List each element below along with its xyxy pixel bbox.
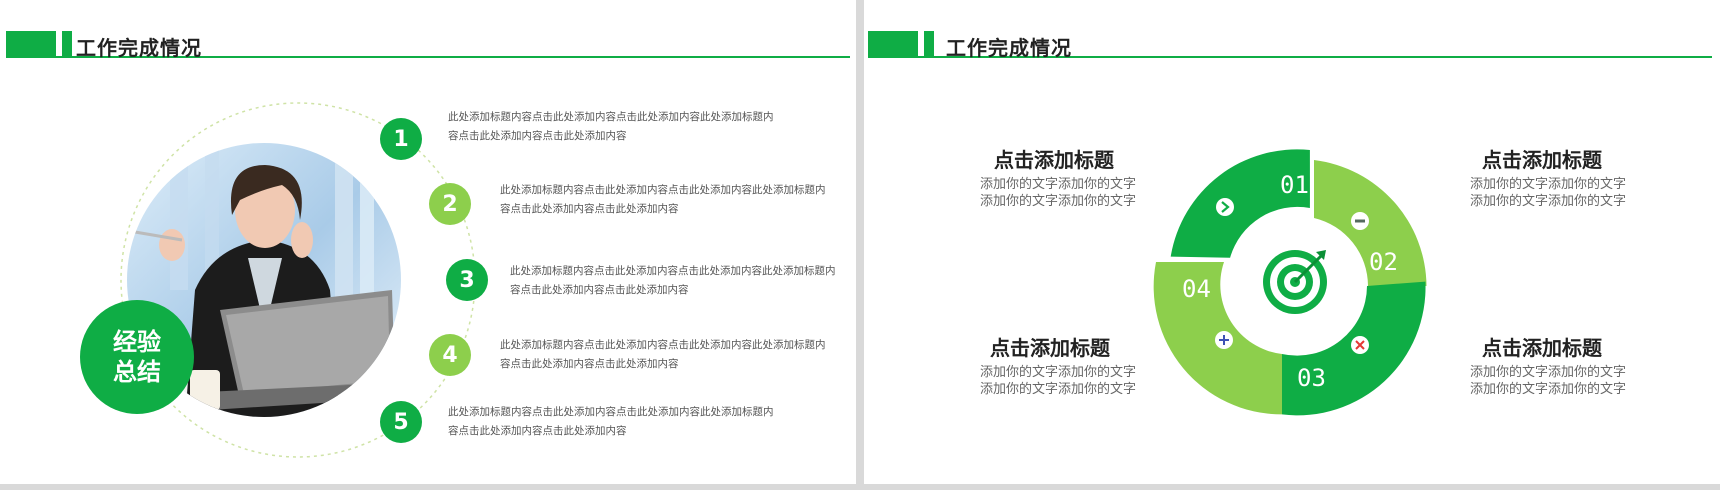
item-number-2: 2 — [429, 183, 471, 225]
wheel-segment-01 — [1170, 149, 1310, 258]
wheel-segment-03 — [1282, 281, 1426, 416]
wheel-segment-02 — [1309, 150, 1427, 286]
quadrant-body-top-right: 添加你的文字添加你的文字添加你的文字添加你的文字 — [1470, 177, 1627, 209]
quadrant-body-top-left: 添加你的文字添加你的文字添加你的文字添加你的文字 — [980, 177, 1137, 209]
item-text-3: 此处添加标题内容点击此处添加内容点击此处添加内容此处添加标题内容点击此处添加内容… — [510, 265, 836, 296]
item-number-5: 5 — [380, 401, 422, 443]
arrow-right-icon — [1216, 198, 1234, 216]
wheel-label-01: 01 — [1280, 171, 1309, 199]
page-title: 工作完成情况 — [946, 36, 1072, 60]
slide-left: 工作完成情况 经验 总结 1 此处添加标题内容点击此处添加内容点击此处添加内容此… — [0, 0, 856, 484]
item-number-3: 3 — [446, 259, 488, 301]
quadrant-title-bottom-left: 点击添加标题 — [990, 336, 1110, 360]
quadrant-title-top-right: 点击添加标题 — [1482, 148, 1602, 172]
item-text-5: 此处添加标题内容点击此处添加内容点击此处添加内容此处添加标题内容点击此处添加内容… — [448, 406, 774, 437]
quadrant-body-bottom-left: 添加你的文字添加你的文字添加你的文字添加你的文字 — [980, 365, 1137, 397]
wheel-label-02: 02 — [1369, 248, 1398, 276]
wheel-segment-04 — [1153, 262, 1282, 415]
item-text-1: 此处添加标题内容点击此处添加内容点击此处添加内容此处添加标题内容点击此处添加内容… — [448, 111, 774, 142]
wheel-label-03: 03 — [1297, 364, 1326, 392]
experience-summary-badge: 经验 总结 — [80, 300, 194, 414]
target-icon — [1263, 250, 1327, 314]
cycle-wheel: 01 02 03 04 — [1153, 149, 1427, 416]
item-text-2: 此处添加标题内容点击此处添加内容点击此处添加内容此处添加标题内容点击此处添加内容… — [500, 184, 826, 215]
badge-line-1: 经验 — [113, 328, 161, 356]
header-accent-bar — [924, 31, 934, 58]
item-text-4: 此处添加标题内容点击此处添加内容点击此处添加内容此处添加标题内容点击此处添加内容… — [500, 339, 826, 370]
close-icon — [1351, 336, 1369, 354]
badge-line-2: 总结 — [113, 358, 161, 386]
plus-icon — [1215, 331, 1233, 349]
item-number-4: 4 — [429, 334, 471, 376]
item-number-1: 1 — [380, 118, 422, 160]
quadrant-body-bottom-right: 添加你的文字添加你的文字添加你的文字添加你的文字 — [1470, 365, 1627, 397]
header-accent-block — [868, 31, 918, 58]
minus-icon — [1351, 212, 1369, 230]
slide-right: 工作完成情况 点击添加标题 添加你的文字添加你的文字添加你的文字添加你的文字 点… — [864, 0, 1720, 484]
quadrant-title-top-left: 点击添加标题 — [994, 148, 1114, 172]
quadrant-title-bottom-right: 点击添加标题 — [1482, 336, 1602, 360]
wheel-label-04: 04 — [1182, 275, 1211, 303]
